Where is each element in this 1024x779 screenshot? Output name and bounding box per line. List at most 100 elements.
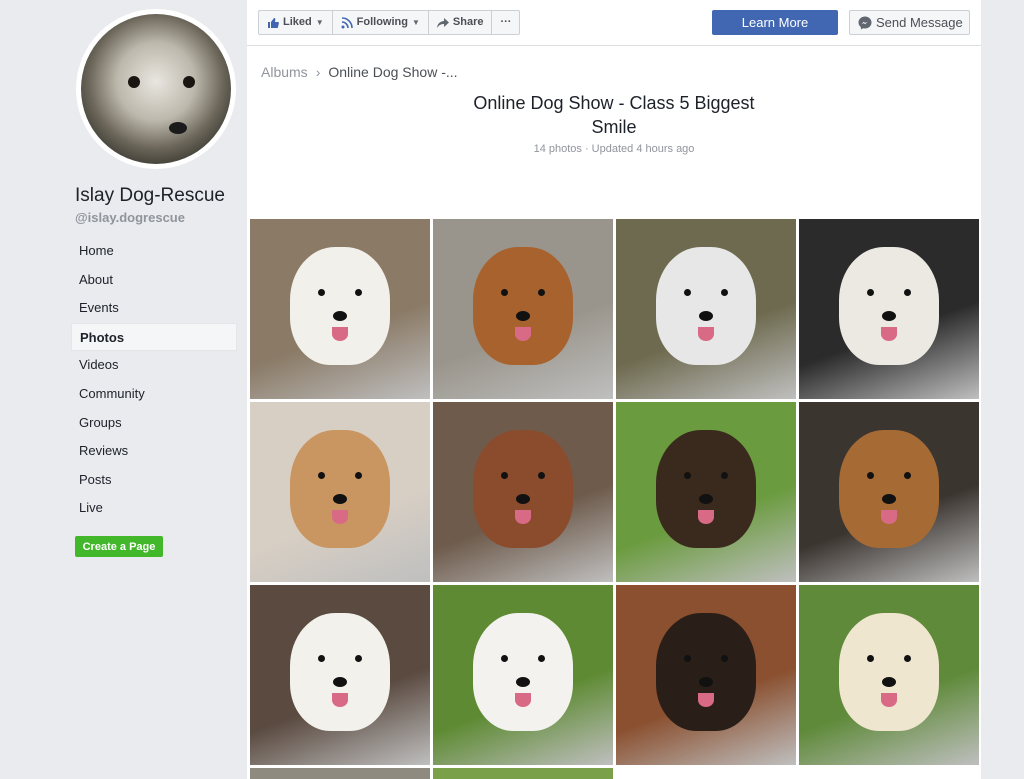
dog-nose: [516, 311, 530, 321]
chevron-right-icon: ›: [315, 64, 321, 80]
photo-thumbnail[interactable]: [616, 219, 796, 399]
nav-item-posts[interactable]: Posts: [71, 466, 237, 495]
dog-tongue: [332, 693, 348, 707]
dog-eye: [355, 472, 362, 479]
photo-thumbnail[interactable]: [799, 585, 979, 765]
dog-photo: [473, 430, 573, 548]
dog-nose: [333, 311, 347, 321]
dog-eye: [684, 472, 691, 479]
following-label: Following: [356, 16, 408, 28]
nav-item-live[interactable]: Live: [71, 494, 237, 523]
breadcrumb-current: Online Dog Show -...: [328, 64, 458, 80]
dog-tongue: [515, 327, 531, 341]
chevron-down-icon: ▼: [411, 18, 420, 27]
dog-nose: [699, 311, 713, 321]
profile-picture[interactable]: [76, 9, 236, 169]
dog-eye: [904, 472, 911, 479]
dog-photo: [473, 247, 573, 365]
nav-item-photos[interactable]: Photos: [71, 322, 237, 352]
photo-thumbnail[interactable]: [616, 402, 796, 582]
dog-nose: [699, 494, 713, 504]
photo-thumbnail[interactable]: [250, 219, 430, 399]
photo-thumbnail[interactable]: [799, 219, 979, 399]
dog-tongue: [881, 693, 897, 707]
thumbs-up-icon: [267, 17, 279, 29]
dog-eye: [867, 655, 874, 662]
left-sidebar: Islay Dog-Rescue @islay.dogrescue Home A…: [0, 0, 247, 779]
dog-eye: [867, 472, 874, 479]
nav-item-groups[interactable]: Groups: [71, 409, 237, 438]
dog-eye: [538, 472, 545, 479]
dog-eye: [684, 289, 691, 296]
dog-eye: [355, 289, 362, 296]
photo-thumbnail[interactable]: [433, 768, 613, 779]
avatar: [81, 14, 231, 164]
page-handle[interactable]: @islay.dogrescue: [75, 210, 185, 225]
messenger-icon: [858, 16, 872, 30]
more-options-button[interactable]: ···: [492, 11, 519, 34]
nav-item-about[interactable]: About: [71, 266, 237, 295]
photo-thumbnail[interactable]: [433, 219, 613, 399]
dog-photo: [839, 613, 939, 731]
dog-eye: [501, 655, 508, 662]
send-message-button[interactable]: Send Message: [849, 10, 970, 35]
dog-nose: [333, 677, 347, 687]
dog-tongue: [515, 693, 531, 707]
share-label: Share: [452, 16, 484, 28]
photo-thumbnail[interactable]: [250, 585, 430, 765]
nav-item-community[interactable]: Community: [71, 380, 237, 409]
dog-tongue: [881, 510, 897, 524]
dog-eye: [538, 289, 545, 296]
create-page-button[interactable]: Create a Page: [75, 536, 163, 557]
dog-photo: [656, 613, 756, 731]
learn-more-button[interactable]: Learn More: [712, 10, 838, 35]
dog-nose: [333, 494, 347, 504]
dog-nose: [516, 677, 530, 687]
dog-tongue: [698, 693, 714, 707]
dog-tongue: [881, 327, 897, 341]
dog-photo: [656, 247, 756, 365]
share-arrow-icon: [436, 17, 449, 29]
following-button[interactable]: Following ▼: [333, 11, 429, 34]
dog-eye: [684, 655, 691, 662]
nav-item-events[interactable]: Events: [71, 294, 237, 323]
nav-item-home[interactable]: Home: [71, 237, 237, 266]
dog-nose: [882, 677, 896, 687]
dog-nose: [882, 311, 896, 321]
chevron-down-icon: ▼: [315, 18, 324, 27]
dog-tongue: [698, 510, 714, 524]
breadcrumb-albums[interactable]: Albums: [261, 64, 308, 80]
page-nav: Home About Events Photos Videos Communit…: [71, 237, 237, 523]
dog-photo: [839, 430, 939, 548]
photo-thumbnail[interactable]: [433, 585, 613, 765]
photo-thumbnail[interactable]: [250, 768, 430, 779]
action-bar: Liked ▼ Following ▼ Share ··· Learn More: [247, 0, 981, 46]
photo-grid: [250, 219, 979, 779]
photo-thumbnail[interactable]: [799, 402, 979, 582]
avatar-nose: [169, 122, 187, 134]
photo-thumbnail[interactable]: [250, 402, 430, 582]
dog-eye: [721, 472, 728, 479]
dog-eye: [904, 289, 911, 296]
photo-thumbnail[interactable]: [616, 585, 796, 765]
avatar-eye: [183, 76, 195, 88]
dog-eye: [721, 655, 728, 662]
nav-item-videos[interactable]: Videos: [71, 351, 237, 380]
dog-eye: [867, 289, 874, 296]
dog-nose: [882, 494, 896, 504]
dog-photo: [656, 430, 756, 548]
nav-item-reviews[interactable]: Reviews: [71, 437, 237, 466]
dog-nose: [699, 677, 713, 687]
dog-photo: [290, 247, 390, 365]
page-title[interactable]: Islay Dog-Rescue: [75, 185, 225, 207]
breadcrumb: Albums › Online Dog Show -...: [261, 64, 458, 80]
dog-eye: [904, 655, 911, 662]
photo-thumbnail[interactable]: [433, 402, 613, 582]
dog-eye: [318, 289, 325, 296]
send-message-label: Send Message: [876, 15, 963, 30]
liked-button[interactable]: Liked ▼: [259, 11, 333, 34]
dog-tongue: [332, 327, 348, 341]
liked-label: Liked: [283, 16, 312, 28]
album-meta: 14 photos · Updated 4 hours ago: [533, 143, 695, 155]
share-button[interactable]: Share: [429, 11, 493, 34]
